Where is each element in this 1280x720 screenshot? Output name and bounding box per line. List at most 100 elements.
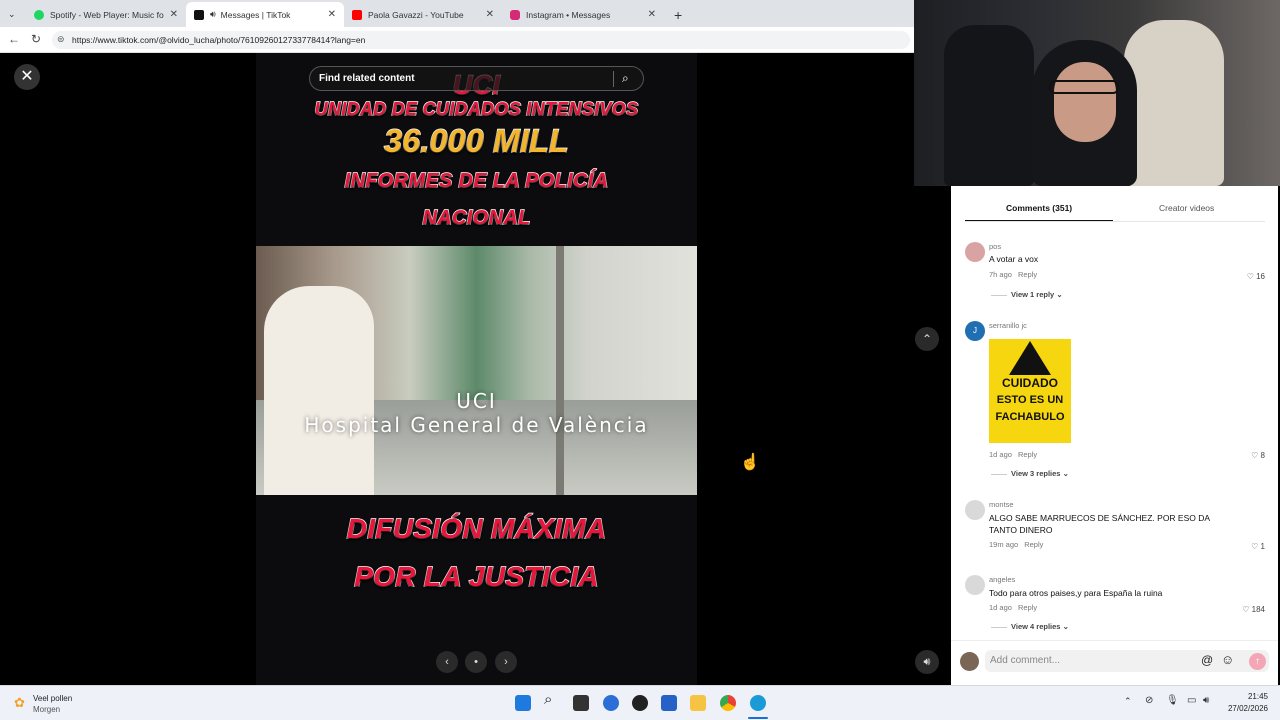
emoji-icon[interactable]: ☺ <box>1221 652 1234 667</box>
display-icon[interactable]: ▭ <box>1187 695 1196 706</box>
microphone-icon[interactable]: 🎙︎ <box>1166 695 1179 706</box>
like-button[interactable]: ♡ 16 <box>1247 272 1265 281</box>
tab-creator-videos[interactable]: Creator videos <box>1159 203 1214 213</box>
view-replies-button[interactable]: View 1 reply ⌄ <box>991 290 1063 299</box>
comment-meta: 1d ago Reply <box>989 603 1038 612</box>
youtube-icon <box>352 9 362 20</box>
photo-caption-uci: UCI <box>456 389 497 413</box>
user-avatar[interactable] <box>960 652 979 671</box>
camera-off-icon[interactable]: ⊘ <box>1145 695 1153 706</box>
chevron-up-icon[interactable]: ⌃ <box>1124 696 1132 707</box>
volume-button[interactable]: 🔊︎ <box>915 650 939 674</box>
comment-input[interactable]: Add comment... @ ☺ <box>985 650 1269 672</box>
close-viewer-button[interactable]: ✕ <box>14 64 40 90</box>
mention-icon[interactable]: @ <box>1201 653 1213 667</box>
site-info-icon[interactable]: ⊜ <box>57 34 65 45</box>
url-field[interactable]: ⊜ https://www.tiktok.com/@olvido_lucha/p… <box>52 31 910 49</box>
task-view-icon[interactable] <box>573 695 589 711</box>
close-tab-icon[interactable]: ✕ <box>486 9 494 20</box>
tab-comments[interactable]: Comments (351) <box>1006 203 1072 213</box>
streamer-glasses <box>1049 80 1119 94</box>
warning-triangle-icon <box>1009 341 1051 375</box>
comment-item: J serranillo jc CUIDADO ESTO ES UN FACHA… <box>965 321 1265 481</box>
comment-input-bar: Add comment... @ ☺ ↑ <box>951 640 1278 685</box>
find-related-search[interactable]: Find related content ⌕ <box>309 66 644 91</box>
comment-meta: 19m ago Reply <box>989 540 1044 549</box>
reply-link[interactable]: Reply <box>1018 603 1037 612</box>
back-arrow-icon[interactable]: ← <box>8 32 20 46</box>
clock-date[interactable]: 27/02/2026 <box>1226 704 1268 713</box>
weather-title[interactable]: Veel pollen <box>33 694 72 703</box>
headline-amount: 36.000 MILL <box>383 122 569 160</box>
comment-text: ALGO SABE MARRUECOS DE SÁNCHEZ. POR ESO … <box>989 513 1210 535</box>
comment-text: Todo para otros paises,y para España la … <box>989 588 1163 598</box>
reload-icon[interactable]: ↻ <box>31 32 41 46</box>
chrome-icon[interactable] <box>720 695 736 711</box>
tab-list-button[interactable]: ⌄ <box>0 2 26 27</box>
headline-nacional: NACIONAL <box>422 206 531 230</box>
weather-pollen-icon[interactable]: ✿ <box>14 695 25 711</box>
speaker-icon: 🔊︎ <box>210 9 216 19</box>
search-icon[interactable]: ⌕ <box>622 71 629 86</box>
volume-icon[interactable]: 🔊︎ <box>1203 695 1209 706</box>
file-explorer-icon[interactable] <box>690 695 706 711</box>
search-divider <box>613 71 614 87</box>
tab-instagram[interactable]: Instagram • Messages ✕ <box>502 2 664 27</box>
comment-item: angeles Todo para otros paises,y para Es… <box>965 575 1265 635</box>
tab-spotify[interactable]: Spotify - Web Player: Music for ev ✕ <box>26 2 186 27</box>
comment-username[interactable]: angeles <box>989 575 1015 584</box>
avatar[interactable]: J <box>965 321 985 341</box>
comment-meta: 1d ago Reply <box>989 450 1038 459</box>
footer-difusion: DIFUSIÓN MÁXIMA <box>346 512 607 545</box>
tiktok-icon <box>194 9 204 20</box>
comment-item: pos A votar a vox 7h ago Reply ♡ 16 View … <box>965 242 1265 302</box>
next-slide-button[interactable]: › <box>495 651 517 673</box>
windows-taskbar: ✿ Veel pollen Morgen ⌕ ⌃ ⊘ 🎙︎ ▭ 🔊︎ 21:45… <box>0 685 1280 720</box>
new-tab-button[interactable]: + <box>666 2 690 27</box>
app-icon[interactable] <box>632 695 648 711</box>
tab-youtube[interactable]: Paola Gavazzi - YouTube ✕ <box>344 2 502 27</box>
view-replies-button[interactable]: View 3 replies ⌄ <box>991 469 1069 478</box>
webcam-overlay <box>914 0 1280 186</box>
warning-sticker: CUIDADO ESTO ES UN FACHABULO <box>989 339 1071 443</box>
weather-subtitle: Morgen <box>33 705 61 714</box>
reply-link[interactable]: Reply <box>1018 270 1037 279</box>
slide-dot[interactable]: • <box>465 651 487 673</box>
instagram-icon <box>510 9 520 20</box>
clock-time[interactable]: 21:45 <box>1238 692 1268 701</box>
like-button[interactable]: ♡ 1 <box>1251 542 1265 551</box>
avatar[interactable] <box>965 500 985 520</box>
prev-slide-button[interactable]: ‹ <box>436 651 458 673</box>
like-button[interactable]: ♡ 184 <box>1242 605 1265 614</box>
like-button[interactable]: ♡ 8 <box>1251 451 1265 460</box>
send-comment-button[interactable]: ↑ <box>1249 653 1266 670</box>
close-tab-icon[interactable]: ✕ <box>648 9 656 20</box>
headline-unidad: UNIDAD DE CUIDADOS INTENSIVOS <box>314 98 639 120</box>
comment-username[interactable]: pos <box>989 242 1001 251</box>
hospital-photo: UCI Hospital General de València <box>256 246 697 495</box>
start-windows-icon[interactable] <box>515 695 531 711</box>
footer-justicia: POR LA JUSTICIA <box>353 560 599 593</box>
edge-icon[interactable] <box>750 695 766 711</box>
avatar[interactable] <box>965 242 985 262</box>
address-bar-row: ← ↻ ⊜ https://www.tiktok.com/@olvido_luc… <box>0 27 914 53</box>
search-icon[interactable]: ⌕ <box>544 691 552 708</box>
view-replies-button[interactable]: View 4 replies ⌄ <box>991 622 1069 631</box>
heart-icon: ♡ <box>1251 451 1259 460</box>
chevron-down-icon: ⌄ <box>1062 622 1069 631</box>
avatar[interactable] <box>965 575 985 595</box>
copilot-icon[interactable] <box>603 695 619 711</box>
comment-username[interactable]: serranillo jc <box>989 321 1027 330</box>
reply-link[interactable]: Reply <box>1024 540 1043 549</box>
comment-username[interactable]: montse <box>989 500 1014 509</box>
chevron-down-icon: ⌄ <box>8 9 16 19</box>
close-tab-icon[interactable]: ✕ <box>170 9 178 20</box>
close-tab-icon[interactable]: ✕ <box>328 9 336 20</box>
cursor-hand-icon: ☝ <box>740 454 760 471</box>
store-icon[interactable] <box>661 695 677 711</box>
scroll-up-button[interactable]: ⌃ <box>915 327 939 351</box>
tab-tiktok[interactable]: 🔊︎ Messages | TikTok ✕ <box>186 2 344 27</box>
reply-link[interactable]: Reply <box>1018 450 1037 459</box>
headline-informes: INFORMES DE LA POLICÍA <box>344 169 609 193</box>
chevron-down-icon: ⌄ <box>1056 290 1063 299</box>
